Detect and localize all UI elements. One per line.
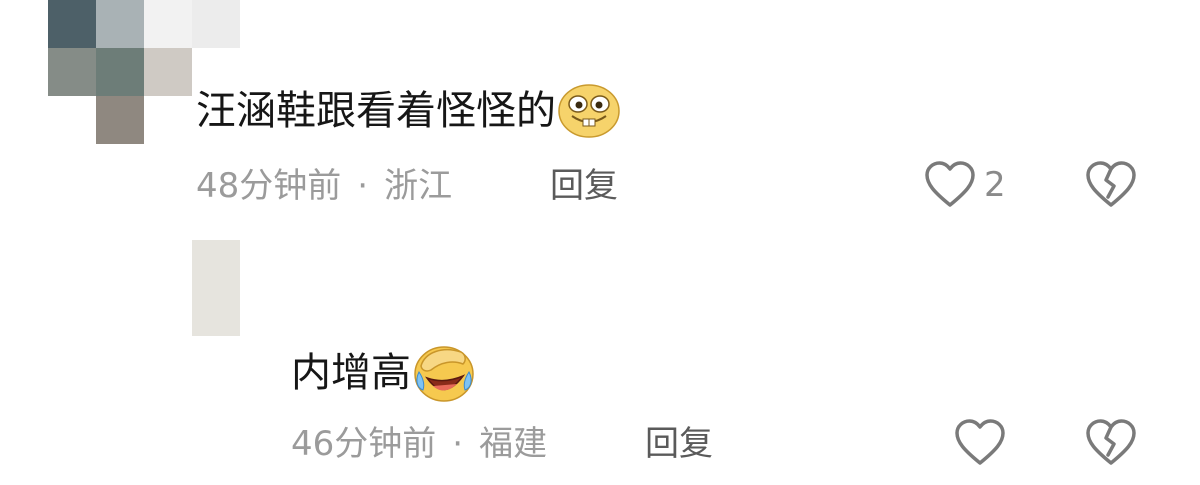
comment-body: 内增高 bbox=[291, 350, 411, 396]
like-button[interactable]: 2 bbox=[924, 160, 1006, 210]
comment-location: 福建 bbox=[479, 424, 548, 464]
comment-time: 46分钟前 bbox=[291, 424, 437, 464]
facepalm-laughing-emoji-icon bbox=[414, 346, 474, 402]
comment-text: 汪涵鞋跟看着怪怪的 bbox=[196, 80, 620, 142]
grinning-buck-teeth-emoji-icon bbox=[558, 84, 620, 138]
avatar[interactable] bbox=[192, 240, 288, 336]
meta-separator: · bbox=[452, 424, 464, 464]
broken-heart-icon bbox=[1086, 419, 1136, 465]
comment-meta: 46分钟前 · 福建 bbox=[291, 422, 547, 466]
meta-separator: · bbox=[357, 166, 369, 206]
comment-time: 48分钟前 bbox=[196, 166, 342, 206]
like-button[interactable] bbox=[954, 418, 1006, 468]
comment-location: 浙江 bbox=[384, 166, 453, 206]
comment-item: 汪涵鞋跟看着怪怪的 48分钟前 · 浙江 回复 2 bbox=[0, 0, 1200, 240]
comment-meta: 48分钟前 · 浙江 bbox=[196, 164, 452, 208]
reply-comment-item: 内增高 46分钟前 · 福建 回复 bbox=[0, 240, 1200, 485]
reply-button[interactable]: 回复 bbox=[645, 422, 713, 466]
dislike-button[interactable] bbox=[1085, 160, 1137, 214]
comment-text: 内增高 bbox=[291, 342, 475, 404]
broken-heart-icon bbox=[1086, 161, 1136, 207]
reply-button[interactable]: 回复 bbox=[550, 164, 618, 208]
heart-icon bbox=[925, 161, 975, 207]
like-count: 2 bbox=[984, 165, 1006, 205]
comment-body: 汪涵鞋跟看着怪怪的 bbox=[196, 88, 556, 134]
dislike-button[interactable] bbox=[1085, 418, 1137, 472]
heart-icon bbox=[955, 419, 1005, 465]
